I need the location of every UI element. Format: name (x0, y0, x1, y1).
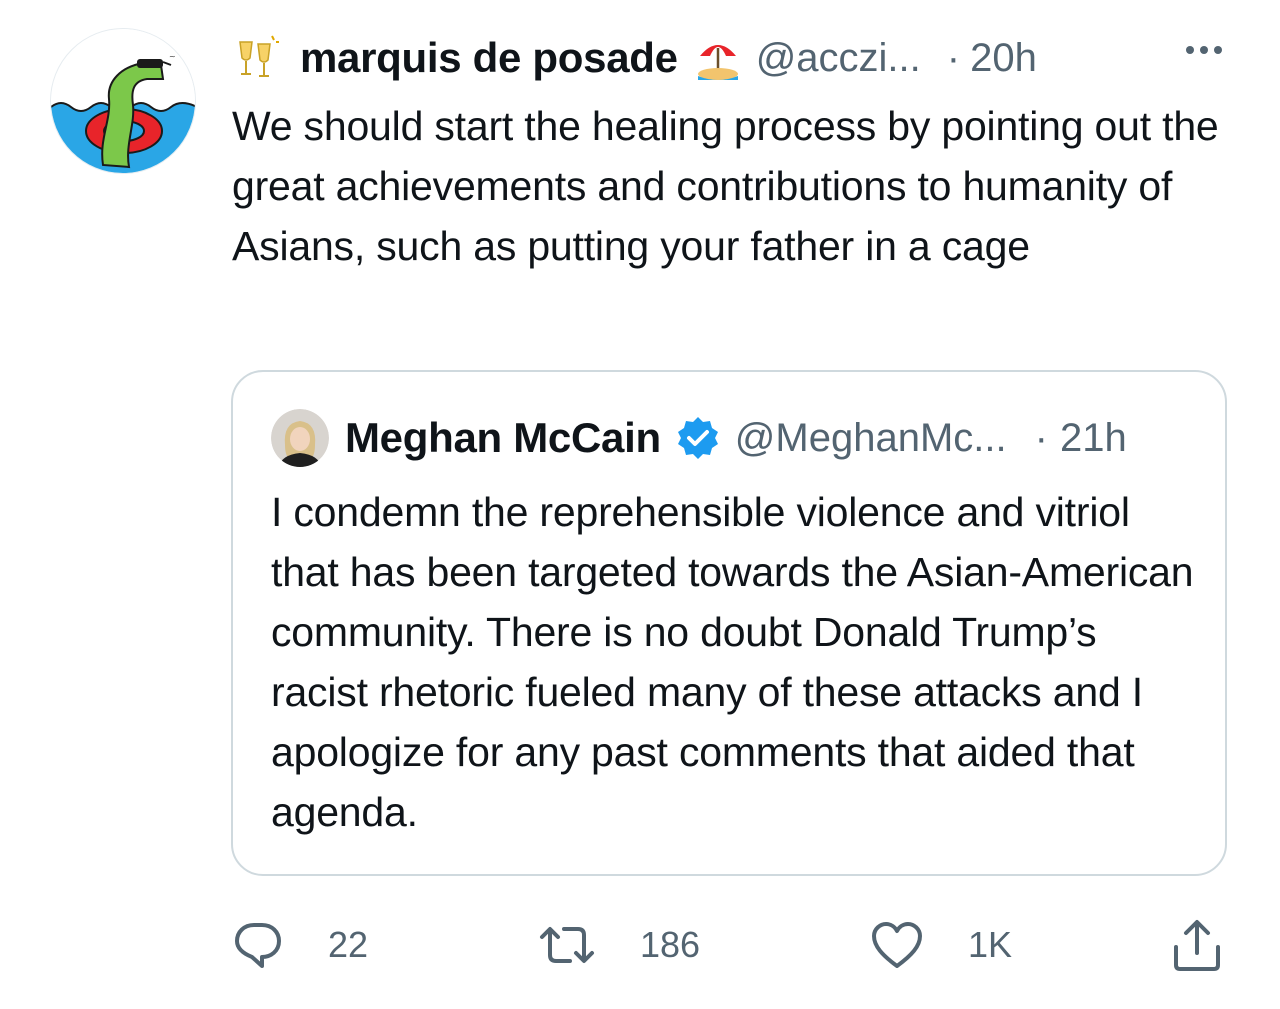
tweet-timestamp[interactable]: 20h (970, 36, 1037, 81)
like-count: 1K (968, 924, 1013, 965)
retweet-icon (538, 919, 596, 971)
tweet-text: We should start the healing process by p… (232, 103, 1219, 269)
avatar-image: ~ (51, 29, 195, 173)
share-button[interactable] (1170, 910, 1224, 980)
author-handle[interactable]: @acczi... (756, 36, 921, 81)
verified-badge-icon (675, 415, 721, 461)
quoted-header-separator: · (1034, 415, 1048, 460)
quoted-tweet-header: Meghan McCain @MeghanMc... · 21h (271, 406, 1201, 470)
quoted-tweet-text: I condemn the reprehensible violence and… (271, 489, 1194, 835)
author-display-name[interactable]: marquis de posade (300, 34, 678, 82)
tweet: ~ marquis de posade @acczi... · 20h We s… (0, 0, 1280, 1009)
more-options-icon[interactable] (1186, 46, 1222, 54)
quoted-tweet[interactable]: Meghan McCain @MeghanMc... · 21h I conde… (231, 370, 1227, 876)
tweet-header: marquis de posade @acczi... · 20h (232, 26, 1242, 90)
quoted-author-avatar (271, 409, 329, 467)
reply-icon (232, 919, 284, 971)
quoted-author-display-name[interactable]: Meghan McCain (345, 414, 661, 462)
svg-text:~: ~ (169, 52, 176, 61)
tweet-action-bar: 22 186 1K (0, 910, 1280, 980)
reply-count: 22 (328, 924, 369, 965)
clinking-glasses-icon (232, 34, 280, 82)
reply-button[interactable]: 22 (232, 910, 368, 980)
retweet-count: 186 (640, 924, 701, 965)
retweet-button[interactable]: 186 (538, 910, 700, 980)
quoted-author-handle[interactable]: @MeghanMc... (735, 416, 1007, 461)
beach-umbrella-icon (694, 34, 742, 82)
author-avatar[interactable]: ~ (50, 28, 196, 174)
heart-icon (870, 920, 924, 970)
like-button[interactable]: 1K (870, 910, 1012, 980)
share-icon (1170, 917, 1224, 973)
quoted-tweet-timestamp[interactable]: 21h (1060, 416, 1127, 461)
header-separator: · (946, 35, 961, 80)
